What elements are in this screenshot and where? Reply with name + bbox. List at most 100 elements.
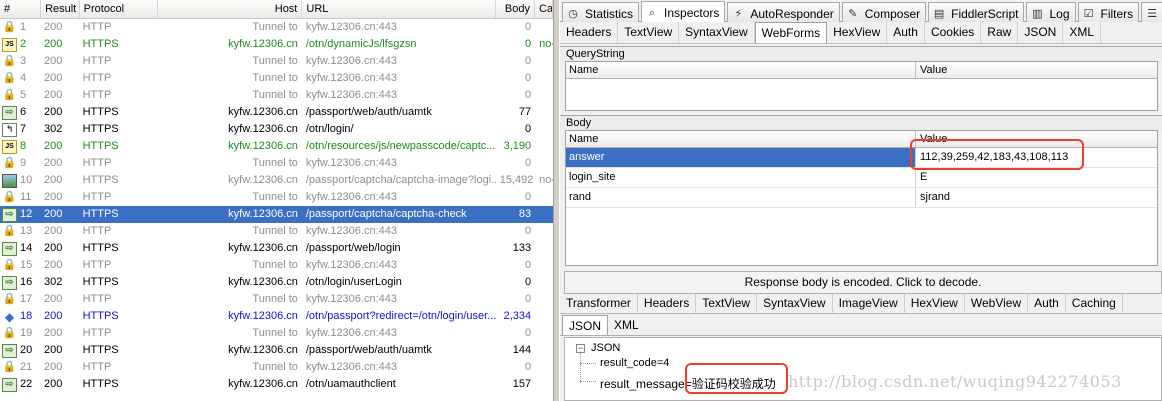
response-tab-hexview[interactable]: HexView bbox=[905, 294, 965, 313]
response-tab-syntaxview[interactable]: SyntaxView bbox=[757, 294, 833, 313]
caching-cell bbox=[535, 376, 553, 393]
col-header-protocol[interactable]: Protocol bbox=[80, 0, 158, 18]
request-tab-raw[interactable]: Raw bbox=[981, 22, 1019, 43]
caching-cell bbox=[535, 138, 553, 155]
url-cell: kyfw.12306.cn:443 bbox=[305, 361, 397, 373]
session-row[interactable]: ⇨ 14 200 HTTPS kyfw.12306.cn/passport/web/lo… bbox=[0, 240, 553, 257]
result-cell: 200 bbox=[44, 174, 63, 186]
main-tab-autoresponder[interactable]: ⚡ AutoResponder bbox=[727, 2, 840, 22]
response-subtab-xml[interactable]: XML bbox=[608, 315, 645, 335]
json-tree-item[interactable]: result_code=4 bbox=[600, 357, 669, 369]
request-tab-cookies[interactable]: Cookies bbox=[925, 22, 982, 43]
session-id: 14 bbox=[20, 242, 33, 254]
session-row[interactable]: ⇨ 22 200 HTTPS kyfw.12306.cn/otn/uamauthclie… bbox=[0, 376, 553, 393]
session-row[interactable]: 🔒 5 200 HTTP Tunnel to kyfw.12306.cn:443 0 bbox=[0, 87, 553, 104]
session-row[interactable]: 🔒 9 200 HTTP Tunnel to kyfw.12306.cn:443 0 bbox=[0, 155, 553, 172]
session-row[interactable]: 🔒 3 200 HTTP Tunnel to kyfw.12306.cn:443 0 bbox=[0, 53, 553, 70]
session-row[interactable]: JS 8 200 HTTPS kyfw.12306.cn/otn/resources/j… bbox=[0, 138, 553, 155]
session-list-header: # Result Protocol Host URL Body Ca bbox=[0, 0, 553, 19]
form-field-row[interactable]: rand sjrand bbox=[566, 188, 1157, 208]
session-row[interactable]: ⇨ 16 302 HTTPS kyfw.12306.cn/otn/login/userL… bbox=[0, 274, 553, 291]
session-id: 22 bbox=[20, 378, 33, 390]
host-cell: Tunnel to bbox=[252, 225, 298, 237]
request-tab-auth[interactable]: Auth bbox=[887, 22, 925, 43]
col-header-result[interactable]: Result bbox=[41, 0, 80, 18]
session-row[interactable]: ⇨ 20 200 HTTPS kyfw.12306.cn/passport/web/au… bbox=[0, 342, 553, 359]
session-id-cell: JS 8 bbox=[0, 138, 40, 155]
request-tab-headers[interactable]: Headers bbox=[560, 22, 619, 43]
session-id: 2 bbox=[20, 38, 27, 50]
collapse-icon[interactable]: − bbox=[576, 343, 585, 353]
stopwatch-icon: ◷ bbox=[568, 8, 578, 20]
response-arrow-icon: ⇨ bbox=[2, 105, 17, 120]
form-field-name: login_site bbox=[566, 168, 916, 187]
main-tab-log[interactable]: ▥ Log bbox=[1026, 2, 1076, 22]
result-cell: 200 bbox=[44, 72, 63, 84]
lock-icon: 🔒 bbox=[2, 361, 17, 373]
main-tab-filters[interactable]: ☑ Filters bbox=[1077, 2, 1140, 22]
col-header-host[interactable]: Host bbox=[158, 0, 303, 18]
session-row[interactable]: 🔒 21 200 HTTP Tunnel to kyfw.12306.cn:443 0 bbox=[0, 359, 553, 376]
request-tab-webforms[interactable]: WebForms bbox=[754, 22, 828, 43]
session-id-cell: 🔒 13 bbox=[0, 223, 40, 240]
response-tab-transformer[interactable]: Transformer bbox=[560, 294, 638, 313]
response-subtab-json[interactable]: JSON bbox=[562, 315, 609, 335]
main-tab-tim[interactable]: ☰Tim bbox=[1141, 2, 1162, 22]
querystring-value-col[interactable]: Value bbox=[916, 62, 1157, 78]
session-row[interactable]: 🔒 1 200 HTTP Tunnel to kyfw.12306.cn:443 0 bbox=[0, 19, 553, 36]
body-size-cell: 0 bbox=[524, 191, 532, 203]
main-tab-fiddlerscript[interactable]: ▤ FiddlerScript bbox=[928, 2, 1025, 22]
main-tab-statistics[interactable]: ◷ Statistics bbox=[562, 2, 640, 22]
protocol-cell: HTTPS bbox=[82, 38, 119, 50]
col-header-url[interactable]: URL bbox=[302, 0, 496, 18]
querystring-name-col[interactable]: Name bbox=[566, 62, 916, 78]
session-row[interactable]: ⇨ 12 200 HTTPS kyfw.12306.cn/passport/captch… bbox=[0, 206, 553, 223]
json-tree-root[interactable]: − JSON bbox=[576, 342, 620, 354]
host-cell: kyfw.12306.cn bbox=[228, 174, 298, 186]
response-tab-caching[interactable]: Caching bbox=[1066, 294, 1123, 313]
col-header-body[interactable]: Body bbox=[496, 0, 535, 18]
caching-cell bbox=[535, 87, 553, 104]
host-cell: kyfw.12306.cn bbox=[228, 123, 298, 135]
session-row[interactable]: 🔒 15 200 HTTP Tunnel to kyfw.12306.cn:443 0 bbox=[0, 257, 553, 274]
request-tab-json[interactable]: JSON bbox=[1018, 22, 1064, 43]
main-tab-composer[interactable]: ✎ Composer bbox=[841, 2, 927, 22]
response-tab-headers[interactable]: Headers bbox=[638, 294, 697, 313]
result-cell: 200 bbox=[44, 38, 63, 50]
request-tab-textview[interactable]: TextView bbox=[618, 22, 680, 43]
protocol-cell: HTTPS bbox=[82, 276, 119, 288]
session-row[interactable]: 10 200 HTTPS kyfw.12306.cn/passport/captcha… bbox=[0, 172, 553, 189]
caching-cell bbox=[535, 359, 553, 376]
url-cell: /passport/web/auth/uamtk bbox=[305, 106, 432, 118]
caching-cell: no- bbox=[539, 174, 553, 186]
host-cell: Tunnel to bbox=[252, 361, 298, 373]
response-tab-textview[interactable]: TextView bbox=[696, 294, 758, 313]
form-field-value[interactable]: sjrand bbox=[916, 188, 1157, 207]
caching-cell bbox=[535, 308, 553, 325]
main-tab-inspectors[interactable]: ⌕ Inspectors bbox=[641, 1, 726, 22]
session-row[interactable]: 🔒 19 200 HTTP Tunnel to kyfw.12306.cn:443 0 bbox=[0, 325, 553, 342]
url-cell: kyfw.12306.cn:443 bbox=[305, 293, 397, 305]
session-row[interactable]: 🔒 13 200 HTTP Tunnel to kyfw.12306.cn:443 0 bbox=[0, 223, 553, 240]
response-tab-webview[interactable]: WebView bbox=[965, 294, 1029, 313]
session-row[interactable]: ◆ 18 200 HTTPS kyfw.12306.cn/otn/passport?re… bbox=[0, 308, 553, 325]
session-row[interactable]: 🔒 4 200 HTTP Tunnel to kyfw.12306.cn:443 0 bbox=[0, 70, 553, 87]
form-field-row[interactable]: login_site E bbox=[566, 168, 1157, 188]
session-row[interactable]: 🔒 17 200 HTTP Tunnel to kyfw.12306.cn:443 0 bbox=[0, 291, 553, 308]
response-tab-auth[interactable]: Auth bbox=[1028, 294, 1066, 313]
host-cell: Tunnel to bbox=[252, 327, 298, 339]
panel-splitter[interactable] bbox=[553, 0, 560, 401]
session-row[interactable]: ⇨ 6 200 HTTPS kyfw.12306.cn/passport/web/aut… bbox=[0, 104, 553, 121]
request-tab-xml[interactable]: XML bbox=[1063, 22, 1102, 43]
session-row[interactable]: JS 2 200 HTTPS kyfw.12306.cn/otn/dynamicJs/l… bbox=[0, 36, 553, 53]
col-header-caching[interactable]: Ca bbox=[535, 0, 553, 18]
decode-notice-bar[interactable]: Response body is encoded. Click to decod… bbox=[564, 271, 1162, 294]
session-row[interactable]: ↰ 7 302 HTTPS kyfw.12306.cn/otn/login/0 bbox=[0, 121, 553, 138]
response-tab-imageview[interactable]: ImageView bbox=[833, 294, 905, 313]
form-field-value[interactable]: E bbox=[916, 168, 1157, 187]
session-row[interactable]: 🔒 11 200 HTTP Tunnel to kyfw.12306.cn:443 0 bbox=[0, 189, 553, 206]
request-tab-hexview[interactable]: HexView bbox=[827, 22, 888, 43]
request-tab-syntaxview[interactable]: SyntaxView bbox=[679, 22, 755, 43]
body-name-col[interactable]: Name bbox=[566, 131, 916, 147]
col-header-num[interactable]: # bbox=[0, 0, 42, 18]
